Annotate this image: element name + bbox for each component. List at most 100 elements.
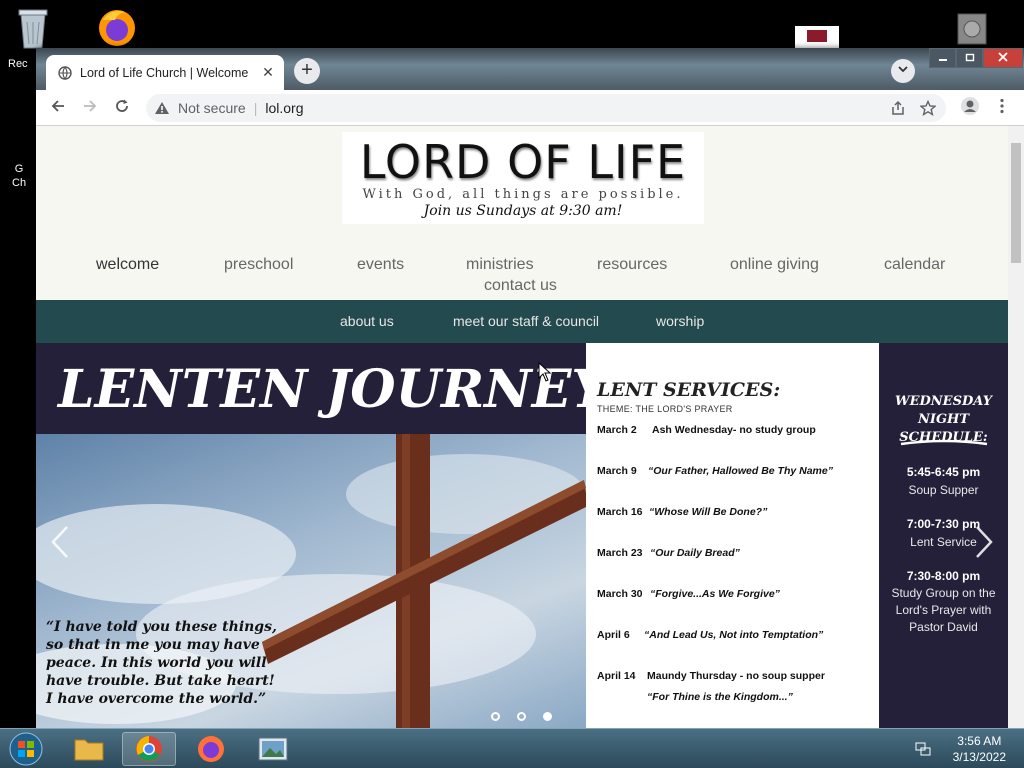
maximize-button[interactable]	[956, 48, 983, 68]
start-button[interactable]	[2, 732, 50, 766]
logo-title: LORD OF LIFE	[359, 135, 687, 189]
swash-divider	[900, 439, 988, 446]
nav-welcome[interactable]: welcome	[96, 256, 159, 274]
app-desktop-icon[interactable]	[795, 26, 839, 48]
address-url[interactable]: lol.org	[265, 100, 303, 116]
subnav-about-us[interactable]: about us	[340, 313, 394, 329]
schedule-desc: Soup Supper	[908, 483, 979, 497]
scripture-quote: “I have told you these things, so that i…	[46, 619, 277, 707]
service-date: March 2	[597, 424, 637, 436]
browser-window: Lord of Life Church | Welcome ✕ + Not se…	[36, 48, 1024, 728]
forward-arrow-icon	[84, 100, 97, 112]
menu-button[interactable]	[990, 96, 1014, 120]
address-divider: |	[253, 100, 258, 116]
service-date: March 9	[597, 465, 637, 477]
back-button[interactable]	[46, 96, 70, 120]
nav-contact-us[interactable]: contact us	[484, 277, 557, 295]
tab-search-button[interactable]	[891, 59, 915, 83]
service-title: “Our Daily Bread”	[650, 547, 740, 559]
web-page: LORD OF LIFE With God, all things are po…	[36, 126, 1008, 728]
new-tab-button[interactable]: +	[294, 58, 320, 84]
lent-services-panel: LENT SERVICES: THEME: THE LORD'S PRAYER …	[586, 343, 879, 728]
gear-desktop-icon[interactable]	[952, 10, 992, 48]
minimize-button[interactable]	[929, 48, 956, 68]
profile-avatar-icon	[961, 97, 979, 115]
reload-icon	[116, 99, 128, 112]
reload-button[interactable]	[110, 96, 134, 120]
nav-preschool[interactable]: preschool	[224, 256, 293, 274]
schedule-time: 7:30-8:00 pm	[906, 569, 981, 583]
close-window-button[interactable]	[983, 48, 1023, 68]
picture-icon	[258, 737, 288, 761]
security-label[interactable]: Not secure	[178, 100, 246, 116]
taskbar-firefox[interactable]	[184, 732, 238, 766]
clock-date: 3/13/2022	[952, 750, 1006, 764]
service-row: March 9 “Our Father, Hallowed Be Thy Name…	[597, 465, 833, 477]
slider-dot[interactable]	[491, 712, 500, 721]
service-date: April 14	[597, 670, 636, 682]
taskbar: 3:56 AM 3/13/2022	[0, 728, 1024, 768]
lent-theme: THEME: THE LORD'S PRAYER	[597, 404, 733, 414]
chevron-down-icon	[898, 66, 908, 73]
tab-strip: Lord of Life Church | Welcome ✕ +	[36, 48, 1024, 90]
mouse-cursor-icon	[538, 362, 552, 382]
restore-icon	[965, 53, 974, 62]
nav-ministries[interactable]: ministries	[466, 256, 534, 274]
forward-button[interactable]	[78, 96, 102, 120]
service-date: March 16	[597, 506, 643, 518]
slider-dot[interactable]	[517, 712, 526, 721]
chrome-desktop-label: G Ch	[12, 163, 27, 189]
logo-join-line: Join us Sundays at 9:30 am!	[423, 203, 623, 219]
share-icon[interactable]	[890, 100, 906, 116]
schedule-time: 5:45-6:45 pm	[906, 465, 981, 479]
firefox-desktop-icon[interactable]	[94, 6, 140, 51]
nav-events[interactable]: events	[357, 256, 404, 274]
network-icon[interactable]	[915, 741, 931, 757]
clock-time: 3:56 AM	[957, 734, 1002, 748]
service-row: March 30 “Forgive...As We Forgive”	[597, 588, 780, 600]
scrollbar-thumb[interactable]	[1011, 143, 1021, 263]
subnav-worship[interactable]: worship	[656, 313, 704, 329]
kebab-menu-icon	[1000, 98, 1004, 114]
globe-icon	[58, 65, 72, 80]
hero-slider[interactable]: LENTEN JOURNEY “I have told you these th…	[36, 343, 1008, 728]
address-bar[interactable]: Not secure | lol.org	[146, 94, 946, 122]
slider-prev-button[interactable]	[50, 525, 70, 566]
taskbar-image-viewer[interactable]	[246, 732, 300, 766]
windows-start-icon	[9, 732, 43, 766]
lenten-banner: LENTEN JOURNEY	[36, 343, 608, 434]
back-arrow-icon	[51, 100, 64, 112]
close-tab-icon[interactable]: ✕	[260, 64, 276, 81]
subnav-staff-council[interactable]: meet our staff & council	[453, 313, 599, 329]
service-row: April 6 “And Lead Us, Not into Temptation…	[597, 629, 823, 641]
tab-welcome[interactable]: Lord of Life Church | Welcome ✕	[46, 55, 284, 90]
sub-nav: about us meet our staff & council worshi…	[36, 300, 1008, 343]
taskbar-chrome[interactable]	[122, 732, 176, 766]
recycle-bin-icon[interactable]: Rec	[8, 6, 58, 70]
slider-next-button[interactable]	[974, 525, 994, 566]
service-title: Ash Wednesday- no study group	[652, 424, 816, 436]
bookmark-star-icon[interactable]	[920, 100, 936, 116]
logo-tagline: With God, all things are possible.	[362, 187, 684, 202]
service-title: Maundy Thursday - no soup supper	[647, 670, 825, 682]
service-title: “And Lead Us, Not into Temptation”	[644, 629, 824, 641]
service-row: March 23 “Our Daily Bread”	[597, 547, 740, 559]
page-scrollbar[interactable]	[1008, 126, 1024, 728]
close-icon	[998, 52, 1008, 62]
warning-icon	[155, 102, 169, 114]
folder-icon	[74, 739, 104, 761]
nav-calendar[interactable]: calendar	[884, 256, 945, 274]
service-title: “Forgive...As We Forgive”	[650, 588, 780, 600]
service-title: “Our Father, Hallowed Be Thy Name”	[648, 465, 833, 477]
taskbar-explorer[interactable]	[62, 732, 116, 766]
nav-resources[interactable]: resources	[597, 256, 667, 274]
service-title: “Whose Will Be Done?”	[649, 506, 768, 518]
tab-title: Lord of Life Church | Welcome	[80, 65, 249, 80]
browser-toolbar: Not secure | lol.org	[36, 90, 1024, 126]
nav-online-giving[interactable]: online giving	[730, 256, 819, 274]
taskbar-clock[interactable]: 3:56 AM 3/13/2022	[953, 733, 1006, 765]
site-logo[interactable]: LORD OF LIFE With God, all things are po…	[342, 132, 704, 224]
slider-dot-active[interactable]	[543, 712, 552, 721]
lenten-heading: LENTEN JOURNEY	[58, 359, 609, 420]
profile-button[interactable]	[958, 96, 982, 120]
